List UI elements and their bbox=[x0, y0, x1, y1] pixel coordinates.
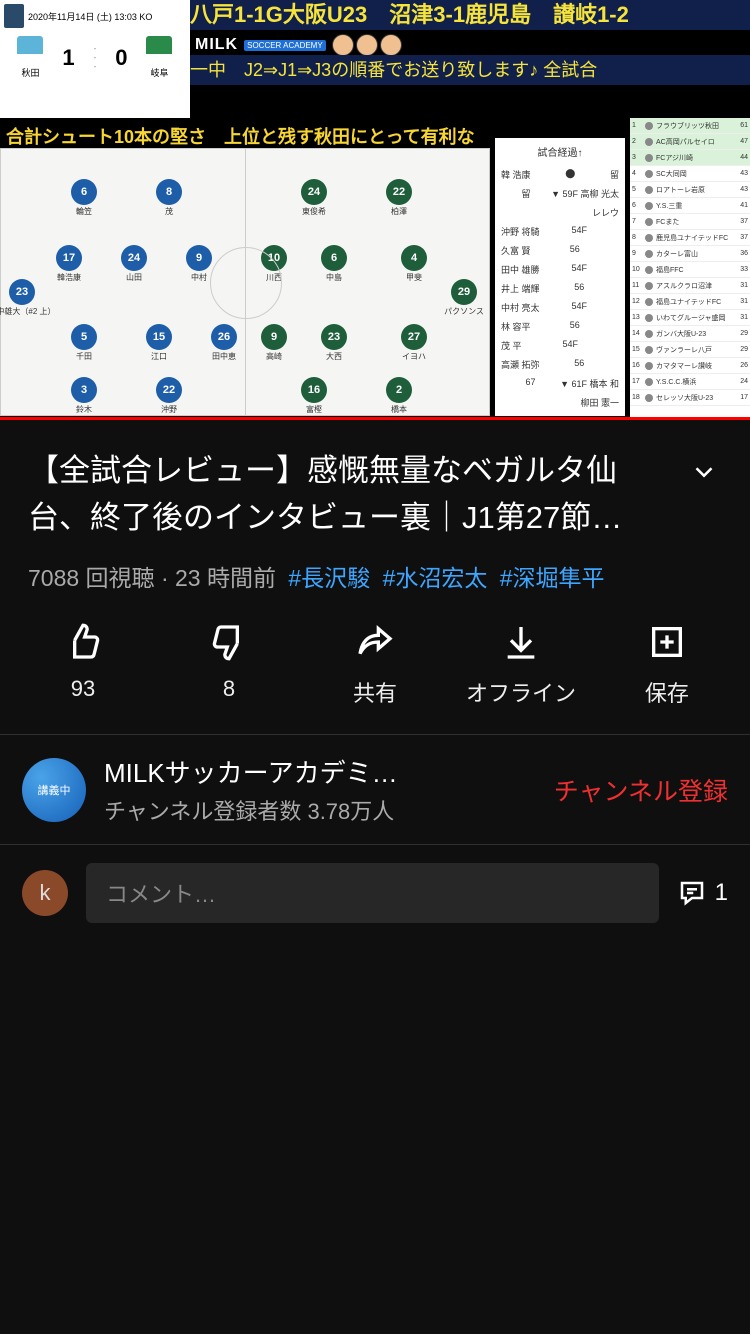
comment-count-button[interactable]: 1 bbox=[677, 878, 728, 908]
player-marker: 24 bbox=[301, 179, 327, 205]
thumbs-down-icon bbox=[208, 621, 250, 663]
download-icon bbox=[500, 621, 542, 663]
player-marker: 4 bbox=[401, 245, 427, 271]
share-button[interactable]: 共有 bbox=[320, 621, 430, 708]
share-icon bbox=[354, 621, 396, 663]
player-marker: 8 bbox=[156, 179, 182, 205]
video-player[interactable]: 八戸1-1G大阪U23 沼津3-1鹿児島 讃岐1-2 MILK SOCCER A… bbox=[0, 0, 750, 420]
player-marker: 2 bbox=[386, 377, 412, 403]
match-scorebox: 2020年11月14日 (土) 13:03 KO 秋田 1 --- 0 岐阜 bbox=[0, 0, 190, 118]
league-standings: 1フラウブリッツ秋田612AC高岡パルセイロ473FCアジ川崎444SC大同岡4… bbox=[630, 118, 750, 418]
player-marker: 22 bbox=[386, 179, 412, 205]
player-marker: 9 bbox=[186, 245, 212, 271]
video-progress-bar[interactable] bbox=[0, 417, 750, 420]
match-timeline: 試合経過↑ 韓 浩康⬤留留▼ 59F 高柳 光太レレウ沖野 将騎54F久富 賢5… bbox=[495, 138, 625, 416]
player-marker: 17 bbox=[56, 245, 82, 271]
download-button[interactable]: オフライン bbox=[466, 621, 576, 708]
player-marker: 15 bbox=[146, 324, 172, 350]
score-ticker-2: 一中 J2⇒J1⇒J3の順番でお送り致します♪ 全試合 bbox=[190, 55, 750, 85]
video-title: 【全試合レビュー】感慨無量なベガルタ仙台、終了後のインタビュー裏｜J1第27節… bbox=[28, 448, 668, 541]
like-button[interactable]: 93 bbox=[28, 621, 138, 708]
player-marker: 23 bbox=[9, 279, 35, 305]
dislike-button[interactable]: 8 bbox=[174, 621, 284, 708]
formation-pitch: 6輪笠8茂17韓浩康24山田9中村23田中雄大（#2 上）5千田15江口26田中… bbox=[0, 148, 490, 416]
channel-subscribers: チャンネル登録者数 3.78万人 bbox=[104, 794, 536, 826]
subscribe-button[interactable]: チャンネル登録 bbox=[554, 772, 728, 808]
player-marker: 10 bbox=[261, 245, 287, 271]
player-marker: 6 bbox=[71, 179, 97, 205]
player-marker: 29 bbox=[451, 279, 477, 305]
player-marker: 9 bbox=[261, 324, 287, 350]
player-marker: 16 bbox=[301, 377, 327, 403]
expand-description-button[interactable] bbox=[686, 454, 722, 490]
player-marker: 24 bbox=[121, 245, 147, 271]
channel-name: MILKサッカーアカデミ… bbox=[104, 753, 536, 790]
save-icon bbox=[646, 621, 688, 663]
player-marker: 27 bbox=[401, 324, 427, 350]
player-marker: 23 bbox=[321, 324, 347, 350]
player-marker: 5 bbox=[71, 324, 97, 350]
comments-row: k コメント… 1 bbox=[0, 845, 750, 941]
video-meta: 7088 回視聴 · 23 時間前 #長沢駿 #水沼宏太 #深堀隼平 bbox=[28, 559, 722, 593]
video-info: 【全試合レビュー】感慨無量なベガルタ仙台、終了後のインタビュー裏｜J1第27節…… bbox=[0, 420, 750, 611]
comment-icon bbox=[677, 878, 707, 908]
hashtag-link[interactable]: #長沢駿 bbox=[288, 565, 370, 591]
thumbs-up-icon bbox=[62, 621, 104, 663]
score-ticker-1: 八戸1-1G大阪U23 沼津3-1鹿児島 讃岐1-2 bbox=[190, 0, 750, 30]
channel-avatar: 講義中 bbox=[22, 758, 86, 822]
comment-input[interactable]: コメント… bbox=[86, 863, 659, 923]
player-marker: 22 bbox=[156, 377, 182, 403]
player-marker: 6 bbox=[321, 245, 347, 271]
hashtag-link[interactable]: #水沼宏太 bbox=[383, 565, 488, 591]
action-bar: 93 8 共有 オフライン 保存 bbox=[0, 611, 750, 735]
player-marker: 26 bbox=[211, 324, 237, 350]
user-avatar: k bbox=[22, 870, 68, 916]
player-marker: 3 bbox=[71, 377, 97, 403]
channel-row[interactable]: 講義中 MILKサッカーアカデミ… チャンネル登録者数 3.78万人 チャンネル… bbox=[0, 735, 750, 845]
hashtag-link[interactable]: #深堀隼平 bbox=[500, 565, 605, 591]
save-button[interactable]: 保存 bbox=[612, 621, 722, 708]
